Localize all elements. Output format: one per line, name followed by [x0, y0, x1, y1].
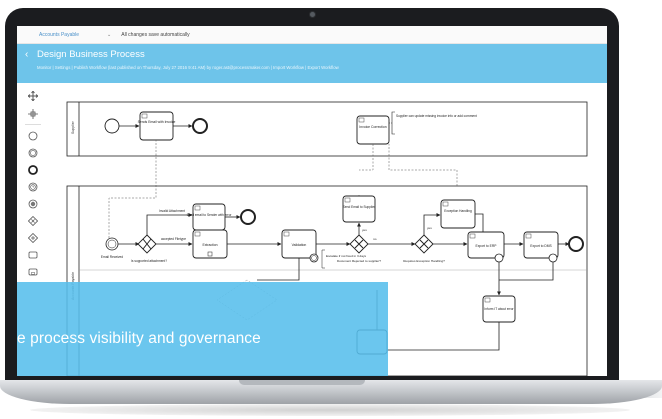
promo-banner: e process visibility and governance	[17, 282, 388, 376]
end-event[interactable]	[240, 209, 256, 225]
end-event[interactable]	[568, 236, 584, 252]
task-label: Export to DMS	[530, 244, 552, 248]
laptop-shadow	[30, 404, 630, 416]
page-header: ‹ Design Business Process Monitor | Sett…	[17, 44, 607, 83]
task-label: Validation	[292, 243, 307, 247]
annotation-supplier: Supplier can update missing invoice info…	[396, 114, 477, 118]
laptop-screen: Accounts Payable ⌄ All changes save auto…	[17, 26, 607, 376]
task-send-email[interactable]	[139, 111, 174, 141]
exclusive-gateway-icon[interactable]	[27, 215, 39, 227]
start-event-icon[interactable]	[27, 130, 39, 142]
intermediate-event-icon[interactable]	[27, 147, 39, 159]
palette-divider	[25, 124, 41, 125]
chevron-down-icon[interactable]: ⌄	[107, 32, 111, 38]
header-links[interactable]: Monitor | Settings | Publish Workflow (l…	[37, 65, 339, 70]
task-label: Inform IT about error	[484, 307, 514, 311]
error-boundary-icon[interactable]	[494, 253, 504, 263]
promo-text: e process visibility and governance	[17, 330, 261, 347]
task-send-email-sender[interactable]	[192, 203, 226, 231]
timer-event-icon[interactable]	[27, 181, 39, 193]
message-event-icon[interactable]	[27, 198, 39, 210]
task-invoice-correction[interactable]	[356, 115, 390, 145]
task-icon[interactable]	[27, 249, 39, 261]
gateway-label: Requires Exception Handling?	[403, 259, 445, 263]
flow-label: Invalid Attachment	[159, 209, 185, 213]
timer-boundary-icon[interactable]	[309, 253, 319, 263]
error-boundary-icon[interactable]	[548, 253, 558, 263]
connect-tool-icon[interactable]	[27, 108, 39, 120]
gateway-label: Document Rejected to supplier?	[337, 259, 381, 263]
laptop-lid: Accounts Payable ⌄ All changes save auto…	[5, 8, 619, 383]
task-label: Extraction	[202, 243, 217, 247]
account-selector[interactable]: Accounts Payable	[39, 32, 79, 38]
task-label: Sends Email with Invoice	[138, 120, 176, 124]
task-label: Invoice Correction	[359, 125, 386, 129]
product-showcase: Accounts Payable ⌄ All changes save auto…	[0, 0, 662, 419]
task-exception-handling[interactable]	[440, 199, 476, 229]
laptop-notch	[239, 380, 365, 385]
camera-icon	[309, 11, 316, 18]
end-event[interactable]	[192, 118, 208, 134]
flow-label: yes	[362, 228, 367, 232]
task-label: Send Email to Supplier	[343, 205, 376, 209]
task-label: Exception Handling	[444, 209, 472, 213]
app-topbar: Accounts Payable ⌄ All changes save auto…	[17, 26, 607, 44]
task-send-email-supplier[interactable]	[342, 195, 376, 223]
start-event[interactable]	[104, 118, 120, 134]
page-title: Design Business Process	[37, 49, 145, 60]
move-tool-icon[interactable]	[27, 90, 39, 102]
end-event-icon[interactable]	[27, 164, 39, 176]
annotation-escalate: Escalate if not fixed in 3 days	[326, 254, 367, 258]
flow-label: yes	[427, 226, 432, 230]
gateway-label: Is supported attachment?	[131, 259, 167, 263]
event-label: Email Received	[101, 255, 123, 259]
task-label: Export to ERP	[476, 244, 498, 248]
back-icon[interactable]: ‹	[25, 49, 28, 60]
flow-label: accepted Filetype	[161, 237, 186, 241]
parallel-gateway-icon[interactable]	[27, 232, 39, 244]
subprocess-icon[interactable]	[27, 266, 39, 278]
task-label: Send email to Sender with error	[187, 213, 233, 217]
lane-label-supplier: Supplier	[71, 120, 75, 134]
flow-label: no	[373, 237, 377, 241]
autosave-status: All changes save automatically	[121, 31, 190, 38]
